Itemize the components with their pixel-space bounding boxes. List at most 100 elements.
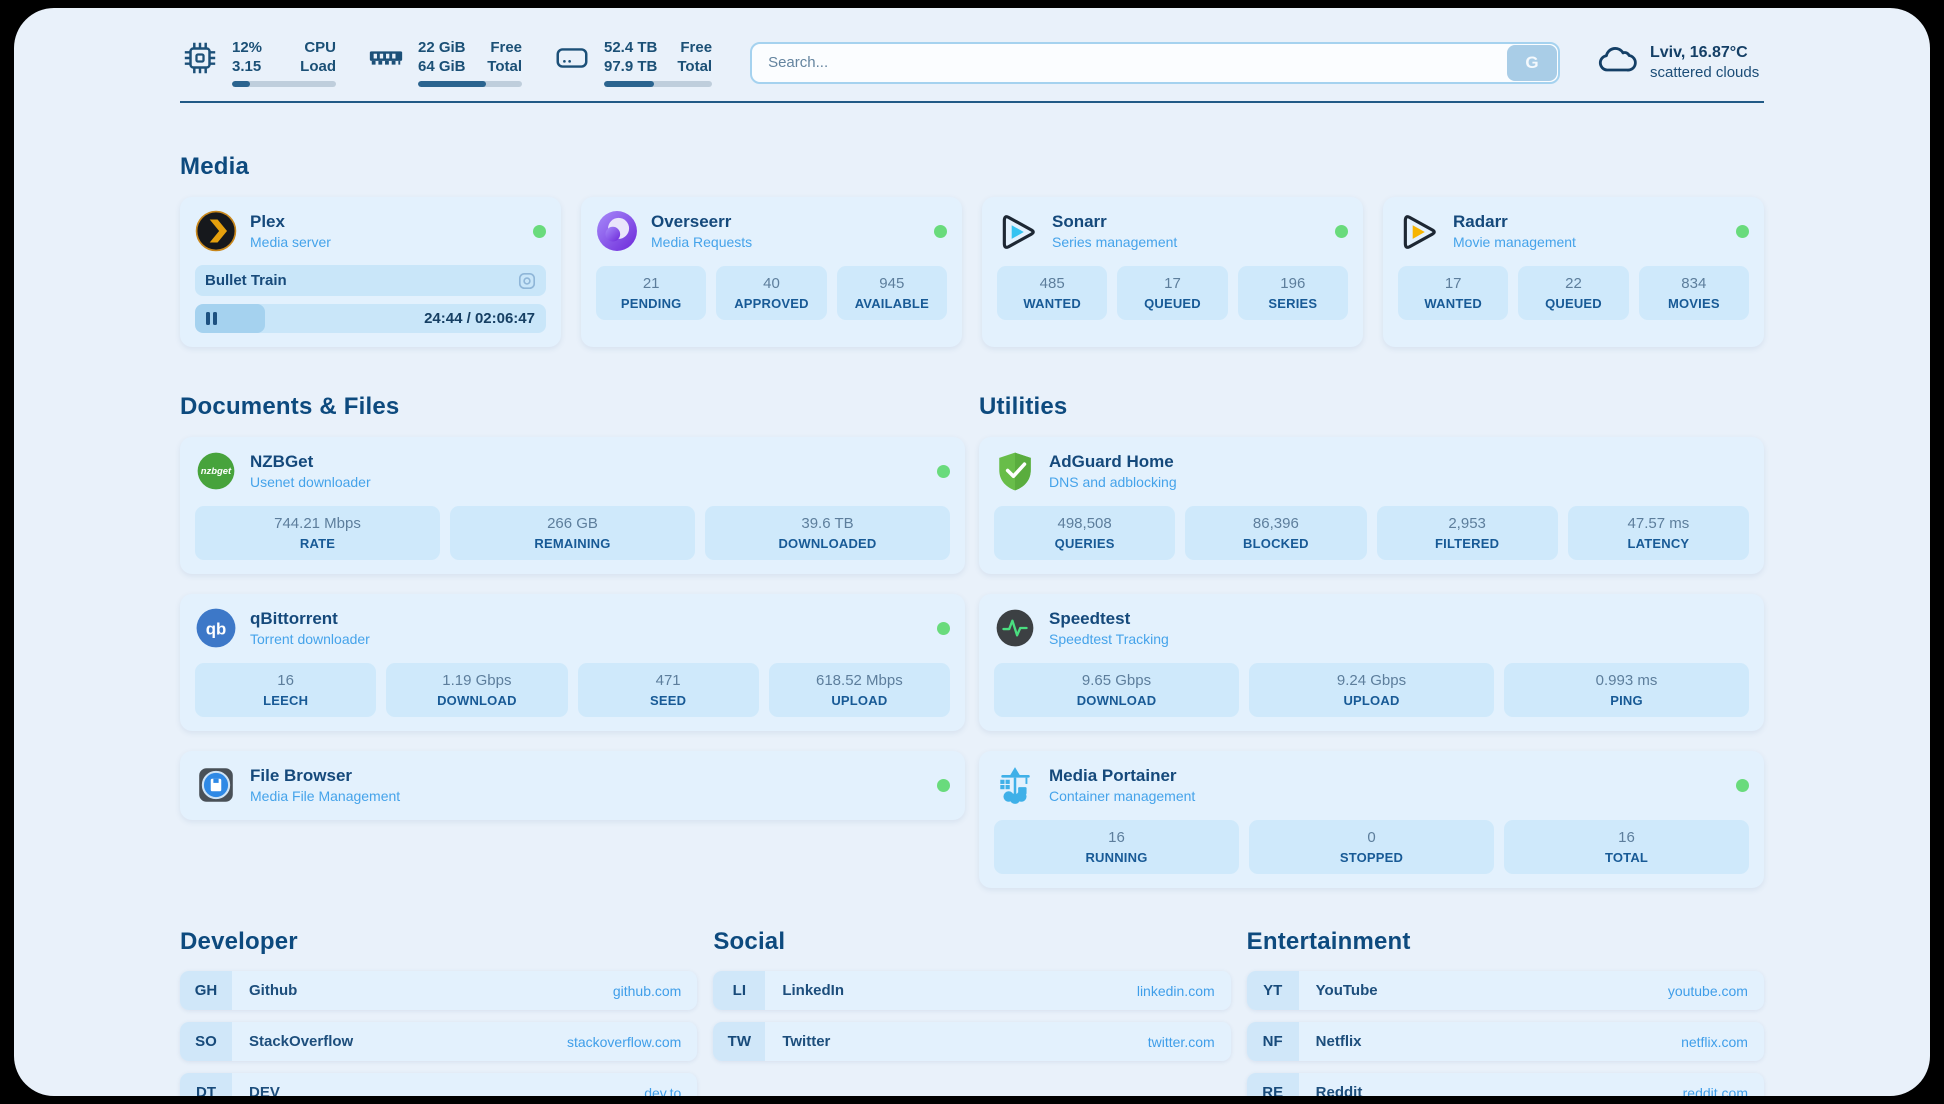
status-dot [1335, 225, 1348, 238]
ram-total-label: Total [487, 57, 522, 76]
stat-queued: 17 QUEUED [1117, 266, 1227, 320]
link-github[interactable]: GH Github github.com [180, 971, 697, 1010]
card-plex[interactable]: Plex Media server Bullet Train 24:44 / 0… [180, 197, 561, 347]
link-url: linkedin.com [1137, 983, 1215, 999]
app-subtitle: Media File Management [250, 787, 400, 805]
link-url: youtube.com [1668, 983, 1748, 999]
stat-upload: 9.24 Gbps UPLOAD [1249, 663, 1494, 717]
filebrowser-icon [195, 764, 237, 806]
card-nzbget[interactable]: nzbget NZBGet Usenet downloader 744.21 M… [180, 437, 965, 574]
stat-filtered: 2,953 FILTERED [1377, 506, 1558, 560]
mid-sections: Documents & Files nzbget NZBGet Usenet d… [180, 363, 1764, 888]
link-abbr: GH [180, 971, 232, 1010]
stat-download: 1.19 Gbps DOWNLOAD [386, 663, 567, 717]
plex-icon [195, 210, 237, 252]
app-subtitle: Torrent downloader [250, 630, 370, 648]
link-abbr: SO [180, 1022, 232, 1061]
link-abbr: TW [713, 1022, 765, 1061]
overseerr-icon [596, 210, 638, 252]
now-playing-row: Bullet Train [195, 265, 546, 296]
ram-total-value: 64 GiB [418, 57, 466, 76]
system-stats: 12%CPU 3.15Load 22 GiBFree 64 GiBTotal [180, 38, 712, 87]
card-radarr[interactable]: Radarr Movie management 17 WANTED 22 QUE… [1383, 197, 1764, 347]
qbittorrent-icon: qb [195, 607, 237, 649]
stat-latency: 47.57 ms LATENCY [1568, 506, 1749, 560]
app-subtitle: DNS and adblocking [1049, 473, 1177, 491]
section-title-social: Social [713, 928, 1230, 956]
card-portainer[interactable]: Media Portainer Container management 16 … [979, 751, 1764, 888]
app-subtitle: Container management [1049, 787, 1195, 805]
section-documents: Documents & Files nzbget NZBGet Usenet d… [180, 363, 965, 820]
card-overseerr[interactable]: Overseerr Media Requests 21 PENDING 40 A… [581, 197, 962, 347]
sonarr-icon [997, 210, 1039, 252]
stat-total: 16 TOTAL [1504, 820, 1749, 874]
dashboard-panel: 12%CPU 3.15Load 22 GiBFree 64 GiBTotal [14, 8, 1930, 1096]
status-dot [937, 465, 950, 478]
card-adguard[interactable]: AdGuard Home DNS and adblocking 498,508 … [979, 437, 1764, 574]
stat-download: 9.65 Gbps DOWNLOAD [994, 663, 1239, 717]
radarr-icon [1398, 210, 1440, 252]
svg-text:nzbget: nzbget [201, 466, 232, 477]
ram-free-value: 22 GiB [418, 38, 466, 57]
ram-icon [366, 38, 406, 78]
ram-progress-bar [418, 81, 522, 87]
playback-progress-bar: 24:44 / 02:06:47 [195, 304, 546, 333]
link-linkedin[interactable]: LI LinkedIn linkedin.com [713, 971, 1230, 1010]
app-subtitle: Speedtest Tracking [1049, 630, 1169, 648]
pause-icon [206, 312, 217, 325]
disk-stat: 52.4 TBFree 97.9 TBTotal [552, 38, 712, 87]
card-filebrowser[interactable]: File Browser Media File Management [180, 751, 965, 820]
speedtest-icon [994, 607, 1036, 649]
stat-wanted: 17 WANTED [1398, 266, 1508, 320]
link-name: Netflix [1316, 1033, 1362, 1050]
stat-available: 945 AVAILABLE [837, 266, 947, 320]
bookmark-groups: Developer GH Github github.com SO StackO… [180, 928, 1764, 1096]
bookmark-group-developer: Developer GH Github github.com SO StackO… [180, 928, 697, 1096]
app-name: Radarr [1453, 211, 1576, 232]
section-title-developer: Developer [180, 928, 697, 956]
stat-seed: 471 SEED [578, 663, 759, 717]
link-name: Twitter [782, 1033, 830, 1050]
stat-pending: 21 PENDING [596, 266, 706, 320]
stat-approved: 40 APPROVED [716, 266, 826, 320]
stat-downloaded: 39.6 TB DOWNLOADED [705, 506, 950, 560]
section-title-documents: Documents & Files [180, 393, 965, 421]
svg-text:qb: qb [206, 619, 227, 638]
stat-wanted: 485 WANTED [997, 266, 1107, 320]
status-dot [533, 225, 546, 238]
link-youtube[interactable]: YT YouTube youtube.com [1247, 971, 1764, 1010]
link-stackoverflow[interactable]: SO StackOverflow stackoverflow.com [180, 1022, 697, 1061]
weather-widget: Lviv, 16.87°C scattered clouds [1594, 38, 1764, 87]
card-speedtest[interactable]: Speedtest Speedtest Tracking 9.65 Gbps D… [979, 594, 1764, 731]
app-name: Overseerr [651, 211, 752, 232]
disk-total-label: Total [677, 57, 712, 76]
media-grid: Plex Media server Bullet Train 24:44 / 0… [180, 197, 1764, 347]
app-name: qBittorrent [250, 608, 370, 629]
app-name: Plex [250, 211, 331, 232]
link-name: Reddit [1316, 1084, 1363, 1096]
search-input[interactable] [750, 42, 1560, 84]
stat-remaining: 266 GB REMAINING [450, 506, 695, 560]
link-dev[interactable]: DT DEV dev.to [180, 1073, 697, 1096]
ram-free-label: Free [490, 38, 522, 57]
stat-leech: 16 LEECH [195, 663, 376, 717]
card-qbittorrent[interactable]: qb qBittorrent Torrent downloader 16 LEE… [180, 594, 965, 731]
app-subtitle: Media server [250, 233, 331, 251]
app-name: AdGuard Home [1049, 451, 1177, 472]
app-name: Media Portainer [1049, 765, 1195, 786]
link-reddit[interactable]: RE Reddit reddit.com [1247, 1073, 1764, 1096]
disk-progress-bar [604, 81, 712, 87]
card-sonarr[interactable]: Sonarr Series management 485 WANTED 17 Q… [982, 197, 1363, 347]
link-url: github.com [613, 983, 681, 999]
app-subtitle: Media Requests [651, 233, 752, 251]
search-engine-button[interactable]: G [1507, 45, 1557, 81]
link-netflix[interactable]: NF Netflix netflix.com [1247, 1022, 1764, 1061]
bookmark-group-entertainment: Entertainment YT YouTube youtube.com NF … [1247, 928, 1764, 1096]
status-dot [934, 225, 947, 238]
link-url: stackoverflow.com [567, 1034, 681, 1050]
section-title-entertainment: Entertainment [1247, 928, 1764, 956]
link-twitter[interactable]: TW Twitter twitter.com [713, 1022, 1230, 1061]
link-name: YouTube [1316, 982, 1378, 999]
adguard-icon [994, 450, 1036, 492]
app-subtitle: Usenet downloader [250, 473, 371, 491]
